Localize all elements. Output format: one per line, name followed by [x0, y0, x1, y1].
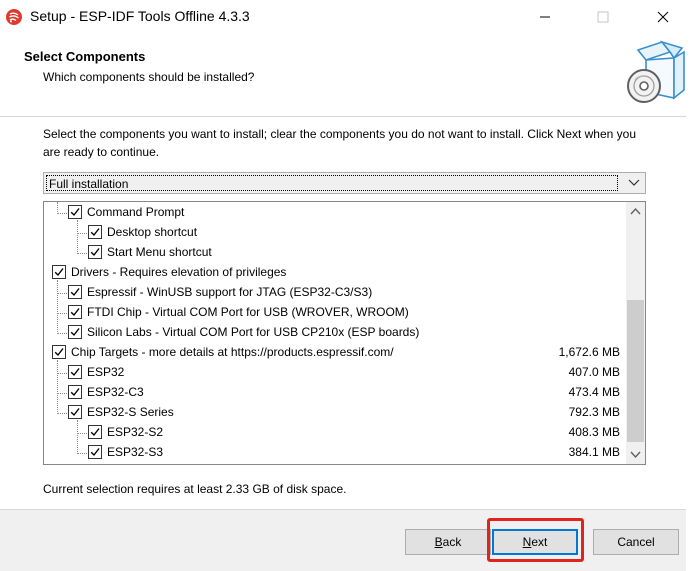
checkmark-icon: [90, 448, 100, 457]
minimize-icon: [540, 16, 550, 18]
component-row[interactable]: ESP32-S2 408.3 MB: [44, 422, 624, 442]
component-row[interactable]: FTDI Chip - Virtual COM Port for USB (WR…: [44, 302, 624, 322]
checkmark-icon: [70, 408, 80, 417]
maximize-icon: [597, 11, 609, 23]
component-row[interactable]: Drivers - Requires elevation of privileg…: [44, 262, 624, 282]
component-row[interactable]: ESP32-C3 473.4 MB: [44, 382, 624, 402]
scroll-up-arrow-icon[interactable]: [626, 202, 645, 221]
page-title: Select Components: [24, 49, 146, 64]
component-label: ESP32-S2: [107, 425, 164, 439]
component-label: Command Prompt: [87, 205, 185, 219]
component-row[interactable]: ESP32-S3 384.1 MB: [44, 442, 624, 462]
title-bar: Setup - ESP-IDF Tools Offline 4.3.3: [0, 0, 696, 34]
components-scrollbar[interactable]: [626, 202, 645, 464]
component-row[interactable]: Desktop shortcut: [44, 222, 624, 242]
installation-type-value: Full installation: [46, 175, 618, 191]
component-label: FTDI Chip - Virtual COM Port for USB (WR…: [87, 305, 409, 319]
component-label: Silicon Labs - Virtual COM Port for USB …: [87, 325, 420, 339]
component-row[interactable]: ESP32 407.0 MB: [44, 362, 624, 382]
component-checkbox[interactable]: [88, 225, 102, 239]
checkmark-icon: [70, 308, 80, 317]
checkmark-icon: [70, 288, 80, 297]
cancel-button[interactable]: Cancel: [593, 529, 679, 555]
checkmark-icon: [70, 328, 80, 337]
component-size: 1,672.6 MB: [558, 345, 620, 359]
checkmark-icon: [54, 268, 64, 277]
component-label: Chip Targets - more details at https://p…: [71, 345, 394, 359]
checkmark-icon: [90, 228, 100, 237]
window-edge: [686, 34, 696, 571]
component-checkbox[interactable]: [88, 425, 102, 439]
component-size: 384.1 MB: [568, 445, 620, 459]
espressif-logo-icon: [6, 9, 22, 25]
installation-type-dropdown[interactable]: Full installation: [43, 172, 646, 194]
component-row[interactable]: Start Menu shortcut: [44, 242, 624, 262]
component-checkbox[interactable]: [68, 325, 82, 339]
close-button[interactable]: [640, 0, 686, 34]
checkmark-icon: [70, 368, 80, 377]
back-button-label: Back: [434, 535, 462, 549]
component-label: ESP32: [87, 365, 125, 379]
component-label: ESP32-S3: [107, 445, 164, 459]
component-size: 473.4 MB: [568, 385, 620, 399]
checkmark-icon: [90, 248, 100, 257]
component-label: Desktop shortcut: [107, 225, 198, 239]
component-checkbox[interactable]: [52, 345, 66, 359]
checkmark-icon: [70, 208, 80, 217]
component-checkbox[interactable]: [68, 405, 82, 419]
component-label: Drivers - Requires elevation of privileg…: [71, 265, 287, 279]
next-button-highlight: [487, 518, 584, 562]
scroll-down-arrow-icon[interactable]: [626, 445, 645, 464]
install-box-disc-icon: [627, 40, 685, 103]
component-checkbox[interactable]: [88, 245, 102, 259]
maximize-button[interactable]: [580, 0, 626, 34]
checkmark-icon: [70, 388, 80, 397]
minimize-button[interactable]: [522, 0, 568, 34]
close-icon: [657, 11, 669, 23]
back-button[interactable]: Back: [405, 529, 491, 555]
components-tree: Command Prompt Desktop shortcut Start Menu…: [43, 201, 646, 465]
component-label: ESP32-C3: [87, 385, 144, 399]
component-checkbox[interactable]: [68, 205, 82, 219]
component-row[interactable]: Chip Targets - more details at https://p…: [44, 342, 624, 362]
component-row[interactable]: Command Prompt: [44, 202, 624, 222]
header-divider-highlight: [0, 117, 686, 118]
instructions-text: Select the components you want to instal…: [43, 127, 636, 159]
page-subtitle: Which components should be installed?: [43, 70, 255, 84]
component-size: 792.3 MB: [568, 405, 620, 419]
checkmark-icon: [54, 348, 64, 357]
component-row[interactable]: Silicon Labs - Virtual COM Port for USB …: [44, 322, 624, 342]
page-header: Select Components Which components shoul…: [0, 34, 696, 116]
chevron-down-icon: [628, 179, 640, 186]
scrollbar-thumb[interactable]: [627, 300, 644, 442]
setup-window: Setup - ESP-IDF Tools Offline 4.3.3 Sele…: [0, 0, 696, 571]
component-label: Start Menu shortcut: [107, 245, 212, 259]
component-size: 408.3 MB: [568, 425, 620, 439]
component-checkbox[interactable]: [88, 445, 102, 459]
component-checkbox[interactable]: [52, 265, 66, 279]
component-row[interactable]: ESP32-S Series 792.3 MB: [44, 402, 624, 422]
component-checkbox[interactable]: [68, 285, 82, 299]
component-checkbox[interactable]: [68, 365, 82, 379]
checkmark-icon: [90, 428, 100, 437]
component-row[interactable]: Espressif - WinUSB support for JTAG (ESP…: [44, 282, 624, 302]
disk-space-requirement: Current selection requires at least 2.33…: [43, 482, 347, 496]
component-size: 407.0 MB: [568, 365, 620, 379]
component-label: Espressif - WinUSB support for JTAG (ESP…: [87, 285, 373, 299]
component-label: ESP32-S Series: [87, 405, 174, 419]
component-checkbox[interactable]: [68, 305, 82, 319]
component-checkbox[interactable]: [68, 385, 82, 399]
window-title: Setup - ESP-IDF Tools Offline 4.3.3: [30, 8, 250, 24]
cancel-button-label: Cancel: [617, 535, 655, 549]
